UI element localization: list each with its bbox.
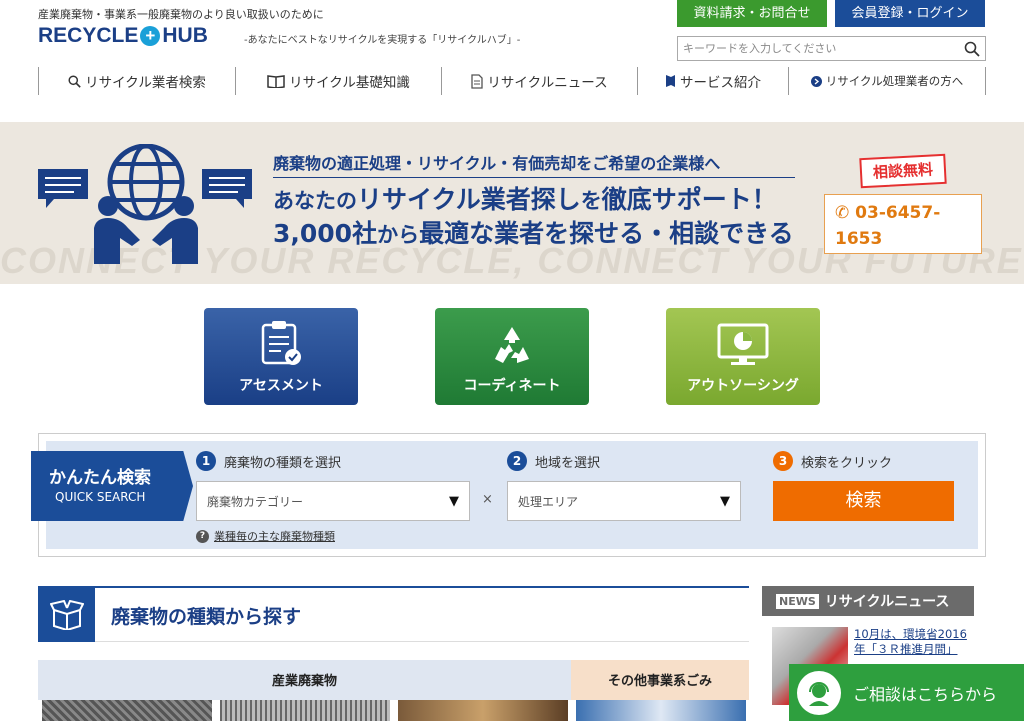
- bookmark-icon: [666, 75, 675, 87]
- hero-divider: [273, 177, 795, 178]
- phone-number-box[interactable]: ✆ 03-6457-1653: [824, 194, 982, 254]
- nav-item-label: リサイクル業者検索: [85, 75, 206, 91]
- step-2: 2 地域を選択: [507, 451, 600, 471]
- news-item-link[interactable]: 10月は、環境省2016年「３Ｒ推進月間」: [854, 627, 969, 657]
- waste-category-select[interactable]: 廃棄物カテゴリー ▼: [196, 481, 470, 521]
- tile-label: アウトソーシング: [687, 378, 799, 394]
- step-3: 3 検索をクリック: [773, 451, 892, 471]
- free-consultation-badge: 相談無料: [859, 153, 947, 189]
- caret-down-icon: ▼: [449, 493, 459, 509]
- hero-main-copy: あなたのリサイクル業者探しを徹底サポート！: [273, 180, 777, 216]
- times-sign: ×: [482, 492, 493, 507]
- step-label: 地域を選択: [535, 455, 601, 471]
- hero-text: あなたの: [273, 189, 357, 213]
- news-section-header: NEWS リサイクルニュース: [762, 586, 974, 616]
- step-1: 1 廃棄物の種類を選択: [196, 451, 341, 471]
- caret-down-icon: ▼: [720, 493, 730, 509]
- coordinate-service-button[interactable]: コーディネート: [435, 308, 589, 405]
- waste-thumbnail[interactable]: [220, 700, 390, 721]
- doc-request-button[interactable]: 資料請求・お問合せ: [677, 0, 827, 27]
- area-select[interactable]: 処理エリア ▼: [507, 481, 741, 521]
- select-value: 廃棄物カテゴリー: [207, 494, 304, 509]
- consultation-label: ご相談はこちらから: [853, 684, 998, 704]
- logo-text-right: HUB: [162, 24, 208, 47]
- hero-banner: CONNECT YOUR RECYCLE, CONNECT YOUR FUTUR…: [0, 122, 1024, 284]
- waste-thumbnail[interactable]: [398, 700, 568, 721]
- nav-item-label: リサイクル基礎知識: [289, 75, 410, 91]
- select-value: 処理エリア: [518, 494, 579, 509]
- nav-item-search[interactable]: リサイクル業者検索: [38, 67, 235, 95]
- keyword-search-input[interactable]: [678, 37, 959, 60]
- assessment-service-button[interactable]: アセスメント: [204, 308, 358, 405]
- step-number: 1: [196, 451, 216, 471]
- consultation-button[interactable]: ご相談はこちらから: [789, 664, 1024, 721]
- monitor-chart-icon: [717, 323, 769, 365]
- search-icon[interactable]: [959, 37, 985, 60]
- site-tagline: 産業廃棄物・事業系一般廃棄物のより良い取扱いのために: [38, 8, 324, 21]
- handshake-globe-icon: [38, 144, 252, 264]
- hero-text: 最適な業者を探せる・相談できる: [419, 219, 794, 248]
- waste-thumbnail[interactable]: [42, 700, 212, 721]
- hero-headline: 廃棄物の適正処理・リサイクル・有価売却をご希望の企業様へ: [273, 154, 721, 173]
- logo-plus-icon: +: [140, 26, 161, 46]
- document-icon: [471, 73, 484, 89]
- tile-label: アセスメント: [239, 378, 323, 394]
- waste-types-by-industry-link[interactable]: 業種毎の主な廃棄物種類: [214, 528, 335, 544]
- hero-text: 3,000社: [273, 219, 378, 248]
- site-slogan: -あなたにベストなリサイクルを実現する「リサイクルハブ」-: [244, 35, 521, 46]
- step-number: 3: [773, 451, 793, 471]
- box-icon: [38, 588, 95, 642]
- recycle-icon: [495, 327, 529, 363]
- other-business-waste-tab[interactable]: その他事業系ごみ: [571, 660, 749, 700]
- outsourcing-service-button[interactable]: アウトソーシング: [666, 308, 820, 405]
- search-icon: [68, 74, 81, 88]
- nav-item-label: リサイクル処理業者の方へ: [825, 74, 964, 88]
- nav-item-label: サービス紹介: [680, 75, 761, 91]
- step-number: 2: [507, 451, 527, 471]
- phone-icon: ✆: [835, 203, 856, 223]
- tile-label: コーディネート: [463, 378, 561, 394]
- news-section-title: リサイクルニュース: [824, 594, 950, 610]
- arrow-circle-icon: [810, 75, 822, 87]
- logo-text-left: RECYCLE: [38, 24, 139, 47]
- hero-sub-copy: 3,000社から最適な業者を探せる・相談できる: [273, 214, 794, 250]
- hero-text: リサイクル業者探し: [357, 185, 581, 214]
- step-label: 廃棄物の種類を選択: [224, 455, 342, 471]
- nav-item-label: リサイクルニュース: [487, 75, 608, 91]
- waste-thumbnail[interactable]: [576, 700, 746, 721]
- member-login-button[interactable]: 会員登録・ログイン: [835, 0, 985, 27]
- waste-type-section-title: 廃棄物の種類から探す: [111, 606, 302, 628]
- hero-text: から: [377, 223, 420, 247]
- waste-type-section-header: 廃棄物の種類から探す: [38, 586, 749, 642]
- book-icon: [267, 75, 285, 88]
- question-icon: ?: [196, 529, 209, 543]
- news-tag: NEWS: [776, 593, 819, 609]
- main-nav: リサイクル業者検索 リサイクル基礎知識 リサイクルニュース サービス紹介 リサイ…: [38, 67, 986, 95]
- step-label: 検索をクリック: [801, 455, 893, 471]
- quick-search-subtitle: QUICK SEARCH: [55, 490, 146, 504]
- hero-text: を: [580, 189, 602, 213]
- hero-text: 徹底サポート！: [601, 185, 777, 214]
- quick-search-flag: かんたん検索 QUICK SEARCH: [31, 451, 193, 521]
- nav-item-services[interactable]: サービス紹介: [637, 67, 788, 95]
- nav-item-basics[interactable]: リサイクル基礎知識: [235, 67, 441, 95]
- site-logo[interactable]: RECYCLE + HUB: [38, 24, 208, 48]
- nav-item-for-processors[interactable]: リサイクル処理業者の方へ: [788, 67, 986, 95]
- quick-search-title: かんたん検索: [49, 468, 151, 488]
- quick-search-button[interactable]: 検索: [773, 481, 954, 521]
- nav-item-news[interactable]: リサイクルニュース: [441, 67, 637, 95]
- industrial-waste-tab[interactable]: 産業廃棄物: [38, 660, 571, 700]
- clipboard-check-icon: [261, 321, 301, 365]
- quick-search-help: ? 業種毎の主な廃棄物種類: [196, 528, 335, 544]
- keyword-search-box: [677, 36, 986, 61]
- operator-headset-icon: [797, 670, 841, 715]
